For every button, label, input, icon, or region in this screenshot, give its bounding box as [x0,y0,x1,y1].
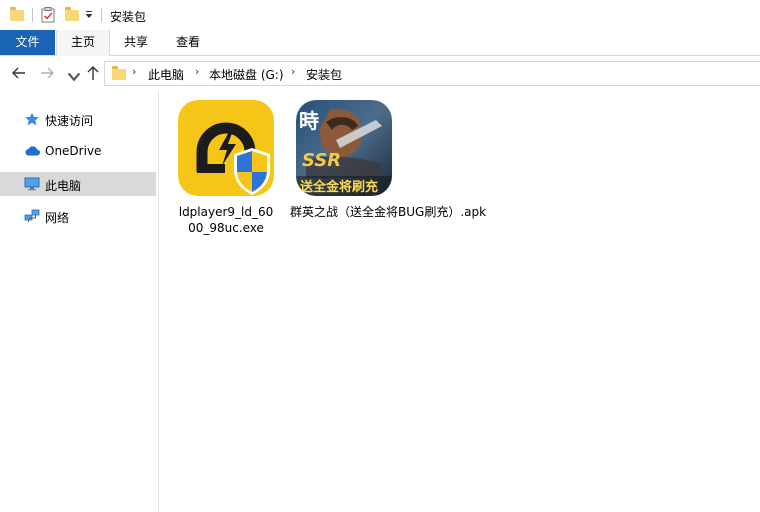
file-name: 群英之战（送全金将BUG刷充）.apk [290,204,500,220]
sidebar-item-label: OneDrive [45,144,102,158]
sidebar-item-network[interactable]: 网络 [0,204,156,228]
star-icon [25,112,39,126]
file-name-line: 00_98uc.exe [188,221,264,235]
tab-view[interactable]: 查看 [162,30,214,55]
ldplayer-installer-icon [178,100,274,196]
file-name: ldplayer9_ld_60 00_98uc.exe [170,204,282,236]
sidebar-item-label: 快速访问 [45,114,94,128]
breadcrumb-local-disk[interactable]: 本地磁盘 (G:) [209,66,284,83]
separator [32,8,33,22]
navigation-bar: › 此电脑 › 本地磁盘 (G:) › 安装包 [0,56,760,90]
tab-share[interactable]: 共享 [110,30,162,55]
chevron-right-icon[interactable]: › [291,65,295,78]
back-arrow-icon[interactable] [10,64,28,82]
file-item-apk[interactable]: 時 SSR 送全金将刷充 群英之战（送全金将BUG刷充）.apk [290,98,500,238]
chevron-right-icon[interactable]: › [132,65,136,78]
sidebar-item-quick-access[interactable]: 快速访问 [0,107,156,131]
recent-locations-chevron-icon[interactable] [65,68,83,86]
navigation-pane: 快速访问 OneDrive 此电脑 网络 [0,90,159,512]
file-name-line: 群英之战（送全金将BUG刷充）.apk [290,205,487,219]
up-arrow-icon[interactable] [84,64,102,82]
folder-icon [10,7,24,21]
file-name-line: ldplayer9_ld_60 [178,205,274,219]
forward-arrow-icon[interactable] [38,64,56,82]
properties-icon[interactable] [41,7,56,23]
breadcrumb-this-pc[interactable]: 此电脑 [148,66,184,83]
chevron-right-icon[interactable]: › [195,65,199,78]
sidebar-item-label: 此电脑 [45,179,82,193]
breadcrumb-current-folder[interactable]: 安装包 [306,66,342,83]
sidebar-item-this-pc[interactable]: 此电脑 [0,172,156,196]
address-bar[interactable]: › 此电脑 › 本地磁盘 (G:) › 安装包 [104,61,760,86]
game-icon-caption: 送全金将刷充 [299,179,378,195]
tab-home[interactable]: 主页 [56,30,110,56]
customize-quick-access-icon[interactable] [84,10,94,20]
window-title: 安装包 [110,10,147,24]
new-folder-icon[interactable] [65,7,79,21]
cloud-icon [25,146,40,156]
separator [101,8,102,22]
sidebar-item-label: 网络 [45,211,70,225]
computer-icon [24,177,40,191]
network-icon [24,209,40,222]
file-item-ldplayer[interactable]: ldplayer9_ld_60 00_98uc.exe [170,98,280,238]
svg-text:時: 時 [299,109,319,133]
folder-icon [112,66,126,80]
sidebar-item-onedrive[interactable]: OneDrive [0,139,156,163]
title-bar: 安装包 [0,0,760,30]
svg-text:SSR: SSR [302,150,341,171]
ribbon: 文件 主页 共享 查看 [0,30,760,56]
game-apk-icon: 時 SSR 送全金将刷充 [296,100,392,196]
file-list: ldplayer9_ld_60 00_98uc.exe 時 SSR 送全金将刷充 [160,90,760,512]
tab-file[interactable]: 文件 [0,30,55,55]
